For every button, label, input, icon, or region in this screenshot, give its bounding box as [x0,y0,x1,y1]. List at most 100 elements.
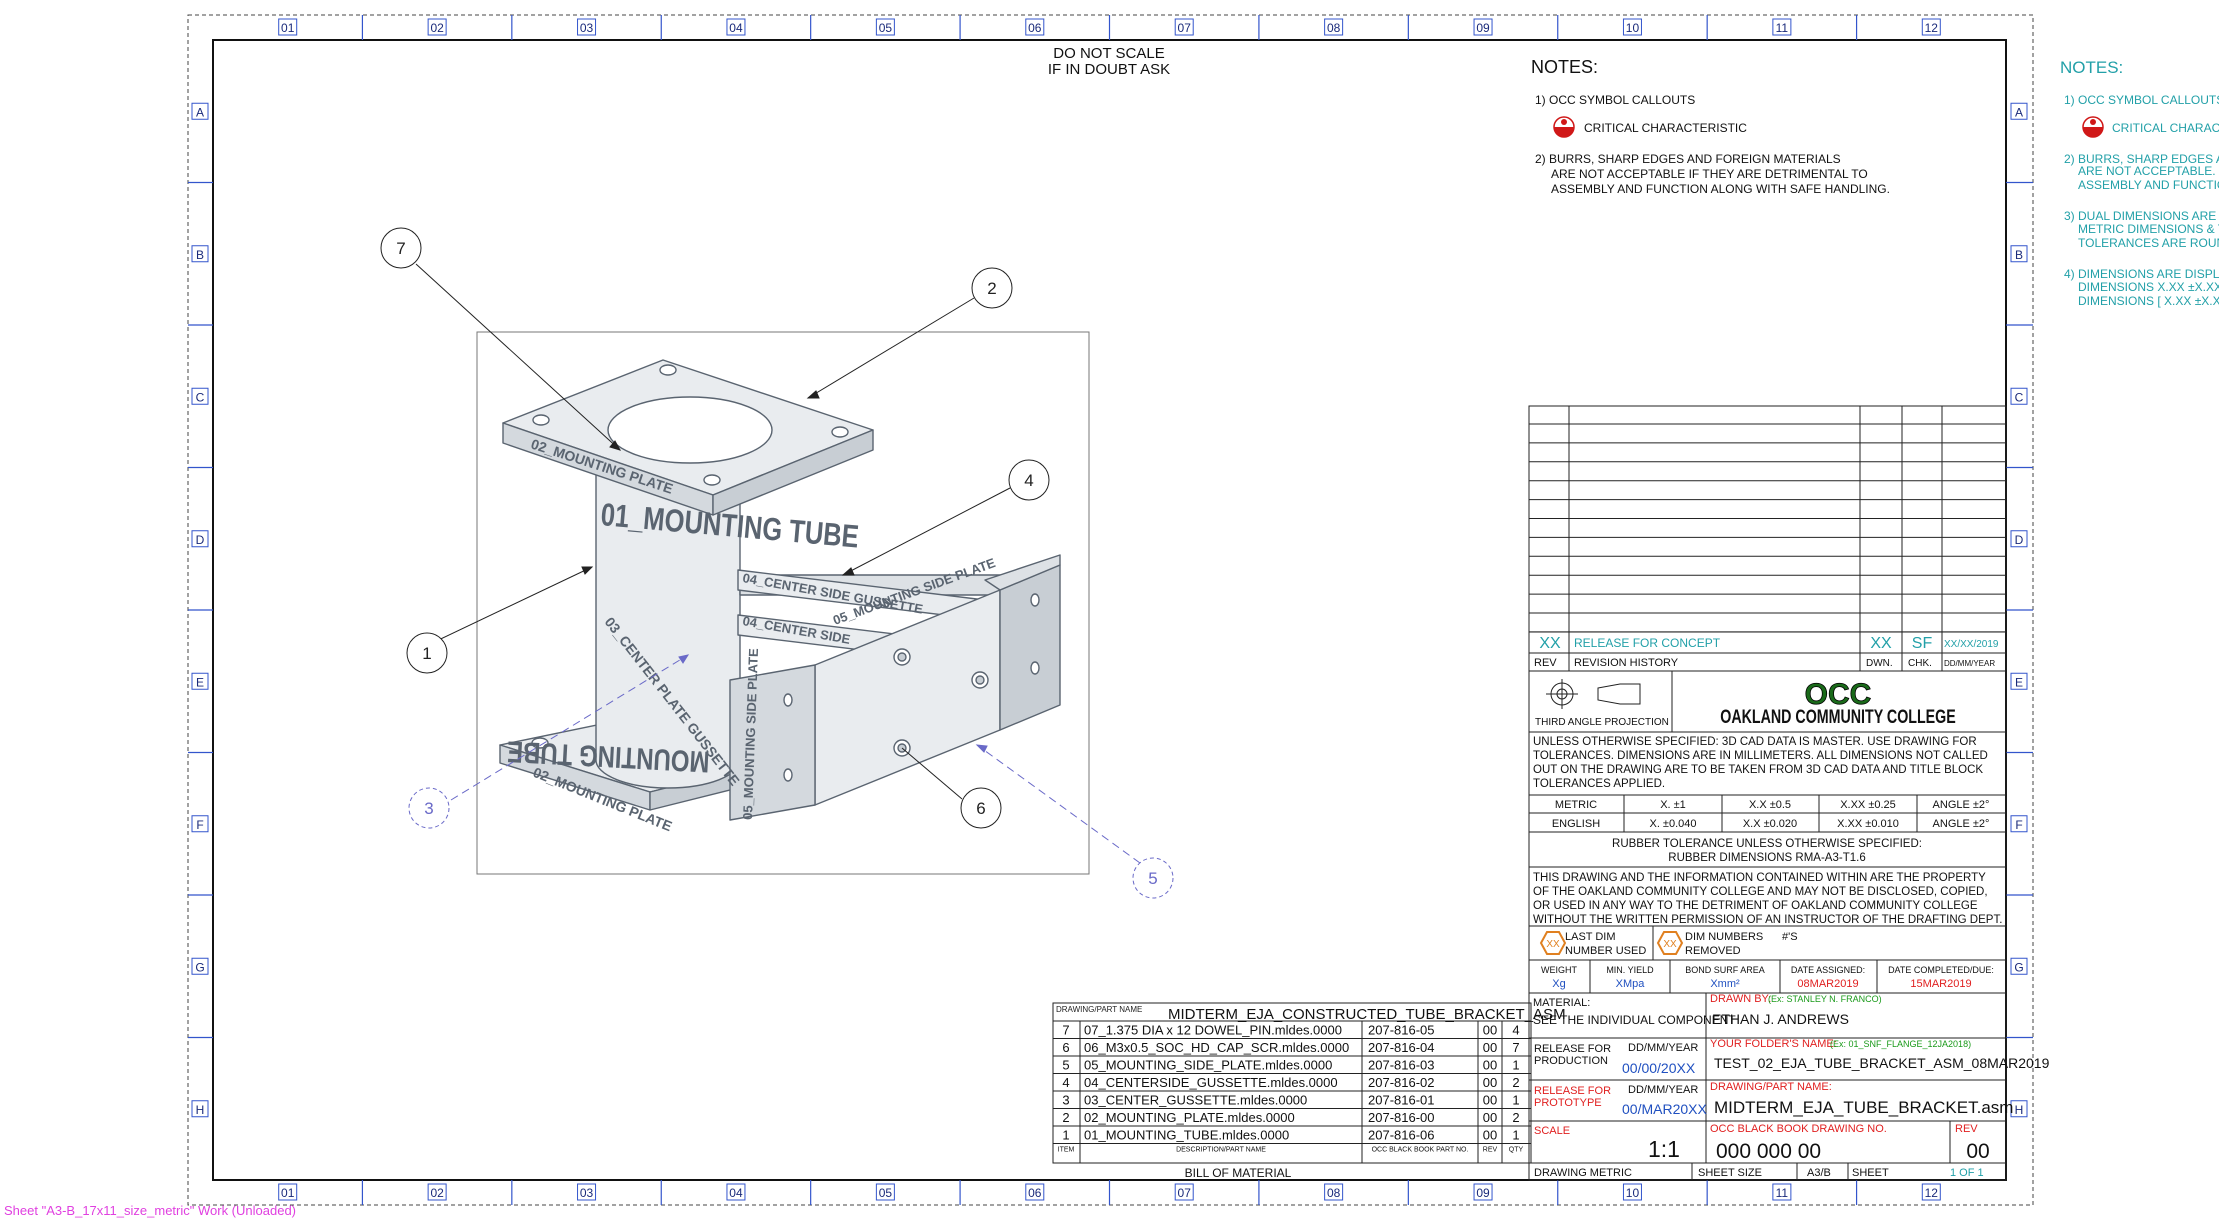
property-line-2: OF THE OAKLAND COMMUNITY COLLEGE AND MAY… [1533,886,1988,898]
hex-dim-icon: XX [1539,931,1567,955]
title-block-text: XX RELEASE FOR CONCEPT XX SF XX/XX/2019 … [1533,635,2050,1179]
bom-cell-name: 05_MOUNTING_SIDE_PLATE.mldes.0000 [1084,1058,1332,1073]
zone-row-label: D [2015,533,2024,547]
side-note: ARE NOT ACCEPTABLE. I [2078,164,2219,178]
rubber-line-1: RUBBER TOLERANCE UNLESS OTHERWISE SPECIF… [1612,838,1922,850]
tube-bore [607,396,773,464]
zone-row-label: C [2015,390,2024,404]
bom-cell-name: 04_CENTERSIDE_GUSSETTE.mldes.0000 [1084,1075,1338,1090]
balloon-7-number: 7 [396,239,405,258]
assigned-label: DATE ASSIGNED: [1791,965,1865,975]
material-label: MATERIAL: [1533,997,1590,1009]
completed-label: DATE COMPLETED/DUE: [1888,965,1994,975]
release-proto-2: PROTOTYPE [1534,1097,1602,1109]
zone-row-label: G [2014,960,2023,974]
bom-cell-part: 207-816-01 [1368,1093,1435,1108]
sheet-size-label: SHEET SIZE [1698,1167,1762,1179]
zone-col-label: 01 [281,21,295,35]
dwn-header: DWN. [1866,658,1893,669]
rev-chk: SF [1912,635,1933,652]
side-note: CRITICAL CHARACT [2112,121,2219,135]
bom-col-header: ITEM [1058,1147,1075,1154]
side-note: 4) DIMENSIONS ARE DISPLA [2064,267,2219,281]
rev-dwn: XX [1870,635,1892,652]
proto-date-fmt: DD/MM/YEAR [1628,1084,1698,1096]
bom-footer: BILL OF MATERIAL [1185,1166,1292,1180]
tol-english: ENGLISH [1552,818,1600,830]
tol-metric: METRIC [1555,799,1597,811]
zone-col-label: 06 [1028,21,1042,35]
scale-value: 1:1 [1648,1136,1680,1162]
rubber-line-2: RUBBER DIMENSIONS RMA-A3-T1.6 [1668,852,1865,864]
folder-hint: (Ex: 01_SNF_FLANGE_12JA2018) [1830,1039,1971,1049]
balloon-4-number: 4 [1024,471,1033,490]
material-value: SEE THE INDIVIDUAL COMPONENT [1533,1013,1736,1027]
critical-symbol-icon [2082,116,2104,138]
zone-col-label: 08 [1327,1186,1341,1200]
zone-row-label: E [2015,675,2023,689]
zone-row-label: H [196,1103,205,1117]
bom-cell-item: 3 [1062,1093,1069,1108]
bom-cell-rev: 00 [1483,1058,1497,1073]
bom-assembly-name: MIDTERM_EJA_CONSTRUCTED_TUBE_BRACKET_ASM [1168,1006,1566,1023]
tol-english-angle: ANGLE ±2° [1933,818,1990,830]
sheet-value: 1 OF 1 [1950,1167,1984,1179]
balloon-5-number: 5 [1148,869,1157,888]
dims-hash: #'S [1782,931,1798,943]
completed-value: 15MAR2019 [1910,978,1971,990]
tol-metric-xx: X.X ±0.5 [1749,799,1791,811]
bom-cell-item: 2 [1062,1110,1069,1125]
side-note: METRIC DIMENSIONS & T [2078,222,2219,236]
hex-label: XX [1546,939,1560,950]
bom-cell-name: 01_MOUNTING_TUBE.mldes.0000 [1084,1128,1289,1143]
tol-metric-x: X. ±1 [1660,799,1686,811]
zone-col-label: 07 [1178,1186,1192,1200]
zone-col-label: 01 [281,1186,295,1200]
sheet-label: SHEET [1852,1167,1889,1179]
bom-cell-item: 5 [1062,1058,1069,1073]
bom-cell-part: 207-816-04 [1368,1040,1435,1055]
bom-cell-qty: 1 [1512,1058,1519,1073]
bom-cell-item: 4 [1062,1075,1069,1090]
note-2-line-1: 2) BURRS, SHARP EDGES AND FOREIGN MATERI… [1535,152,1841,166]
unless-line-3: OUT ON THE DRAWING ARE TO BE TAKEN FROM … [1533,764,1983,776]
drawn-by-value: ETHAN J. ANDREWS [1712,1011,1849,1027]
rev-label: REV [1955,1123,1978,1135]
bom-cell-qty: 2 [1512,1110,1519,1125]
balloon-3-number: 3 [424,799,433,818]
bom-cell-name: 03_CENTER_GUSSETTE.mldes.0000 [1084,1093,1307,1108]
unless-line-4: TOLERANCES APPLIED. [1533,778,1665,790]
tol-english-xx: X.X ±0.020 [1743,818,1797,830]
zone-col-label: 07 [1178,21,1192,35]
chk-header: CHK. [1908,658,1932,669]
property-line-3: OR USED IN ANY WAY TO THE DETRIMENT OF O… [1533,900,1978,912]
dpn-value: MIDTERM_EJA_TUBE_BRACKET.asm [1714,1098,2013,1117]
zone-col-label: 03 [580,21,594,35]
drawn-by-label: DRAWN BY: [1710,993,1771,1005]
date-header: DD/MM/YEAR [1944,659,1995,668]
status-bar: Sheet "A3-B_17x11_size_metric" Work (Unl… [4,1203,296,1218]
bb-label: OCC BLACK BOOK DRAWING NO. [1710,1123,1887,1135]
zone-col-label: 04 [729,1186,743,1200]
zone-col-label: 11 [1776,1186,1789,1200]
bom-col-header: DESCRIPTION/PART NAME [1176,1147,1266,1154]
bom-cell-part: 207-816-06 [1368,1128,1435,1143]
bom-cell-part: 207-816-03 [1368,1058,1435,1073]
college-name: OAKLAND COMMUNITY COLLEGE [1720,706,1955,727]
zone-col-label: 03 [580,1186,594,1200]
zone-col-label: 05 [879,21,893,35]
zone-row-label: B [196,248,204,262]
zone-row-label: A [2015,105,2023,119]
bom-cell-part: 207-816-05 [1368,1023,1435,1038]
zone-col-label: 08 [1327,21,1341,35]
prod-date-fmt: DD/MM/YEAR [1628,1042,1698,1054]
folder-label: YOUR FOLDER'S NAME: [1710,1038,1837,1050]
zone-col-label: 12 [1925,1186,1939,1200]
property-line-1: THIS DRAWING AND THE INFORMATION CONTAIN… [1533,872,1986,884]
bom-cell-rev: 00 [1483,1128,1497,1143]
zone-row-label: D [196,533,205,547]
do-not-scale: DO NOT SCALE [1053,45,1164,62]
dim-removed-1: DIM NUMBERS [1685,931,1763,943]
bom-cell-item: 6 [1062,1040,1069,1055]
drawn-by-hint: (Ex: STANLEY N. FRANCO) [1768,994,1882,1004]
